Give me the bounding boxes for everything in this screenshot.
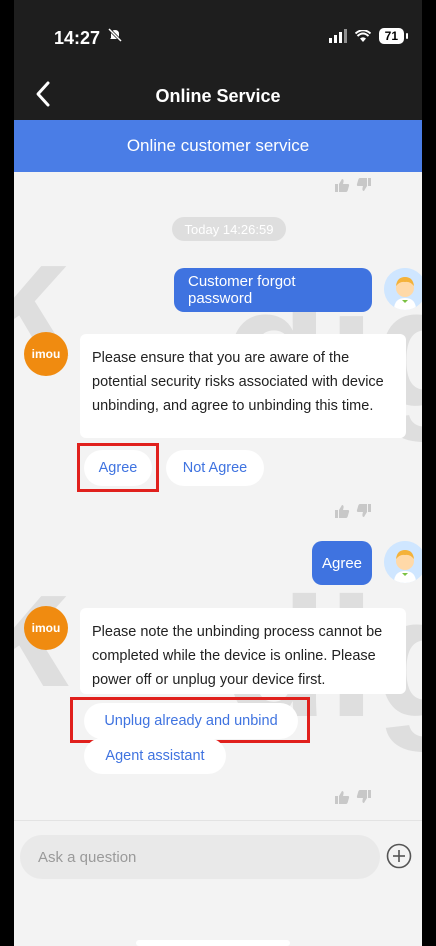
feedback-row [334,178,378,192]
user-avatar [384,268,422,310]
user-avatar [384,541,422,583]
user-message: Agree [312,541,372,585]
bot-avatar: imou [24,332,68,376]
top-bar: 14:27 71 Online Service [14,0,422,120]
bell-slash-icon [107,27,123,43]
service-banner: Online customer service [14,120,422,172]
wifi-icon [354,30,371,42]
bot-message: Please note the unbinding process cannot… [80,608,406,694]
thumbs-up-icon[interactable] [334,178,350,192]
signal-icon [328,29,347,43]
user-message: Customer forgot password [174,268,372,312]
highlight-box [70,697,310,743]
not-agree-option-button[interactable]: Not Agree [166,450,264,486]
chat-screen: k dig k dig 14:27 71 Online Service Onli… [14,0,422,946]
status-time: 14:27 [54,28,101,48]
plus-circle-icon[interactable] [386,843,412,869]
bot-avatar: imou [24,606,68,650]
home-indicator [136,940,290,946]
page-title: Online Service [155,86,281,106]
thumbs-down-icon[interactable] [356,504,372,518]
thumbs-up-icon[interactable] [334,504,350,518]
battery-indicator: 71 [378,28,409,44]
bot-message: Please ensure that you are aware of the … [80,334,406,438]
thumbs-down-icon[interactable] [356,790,372,804]
thumbs-down-icon[interactable] [356,178,372,192]
feedback-row [334,790,378,804]
composer: Ask a question [14,820,422,946]
agent-assistant-button[interactable]: Agent assistant [84,738,226,774]
highlight-box [77,443,159,492]
status-icons: 71 [328,28,409,44]
timestamp-chip: Today 14:26:59 [172,217,286,241]
feedback-row [334,504,378,518]
thumbs-up-icon[interactable] [334,790,350,804]
question-input[interactable]: Ask a question [20,835,380,879]
